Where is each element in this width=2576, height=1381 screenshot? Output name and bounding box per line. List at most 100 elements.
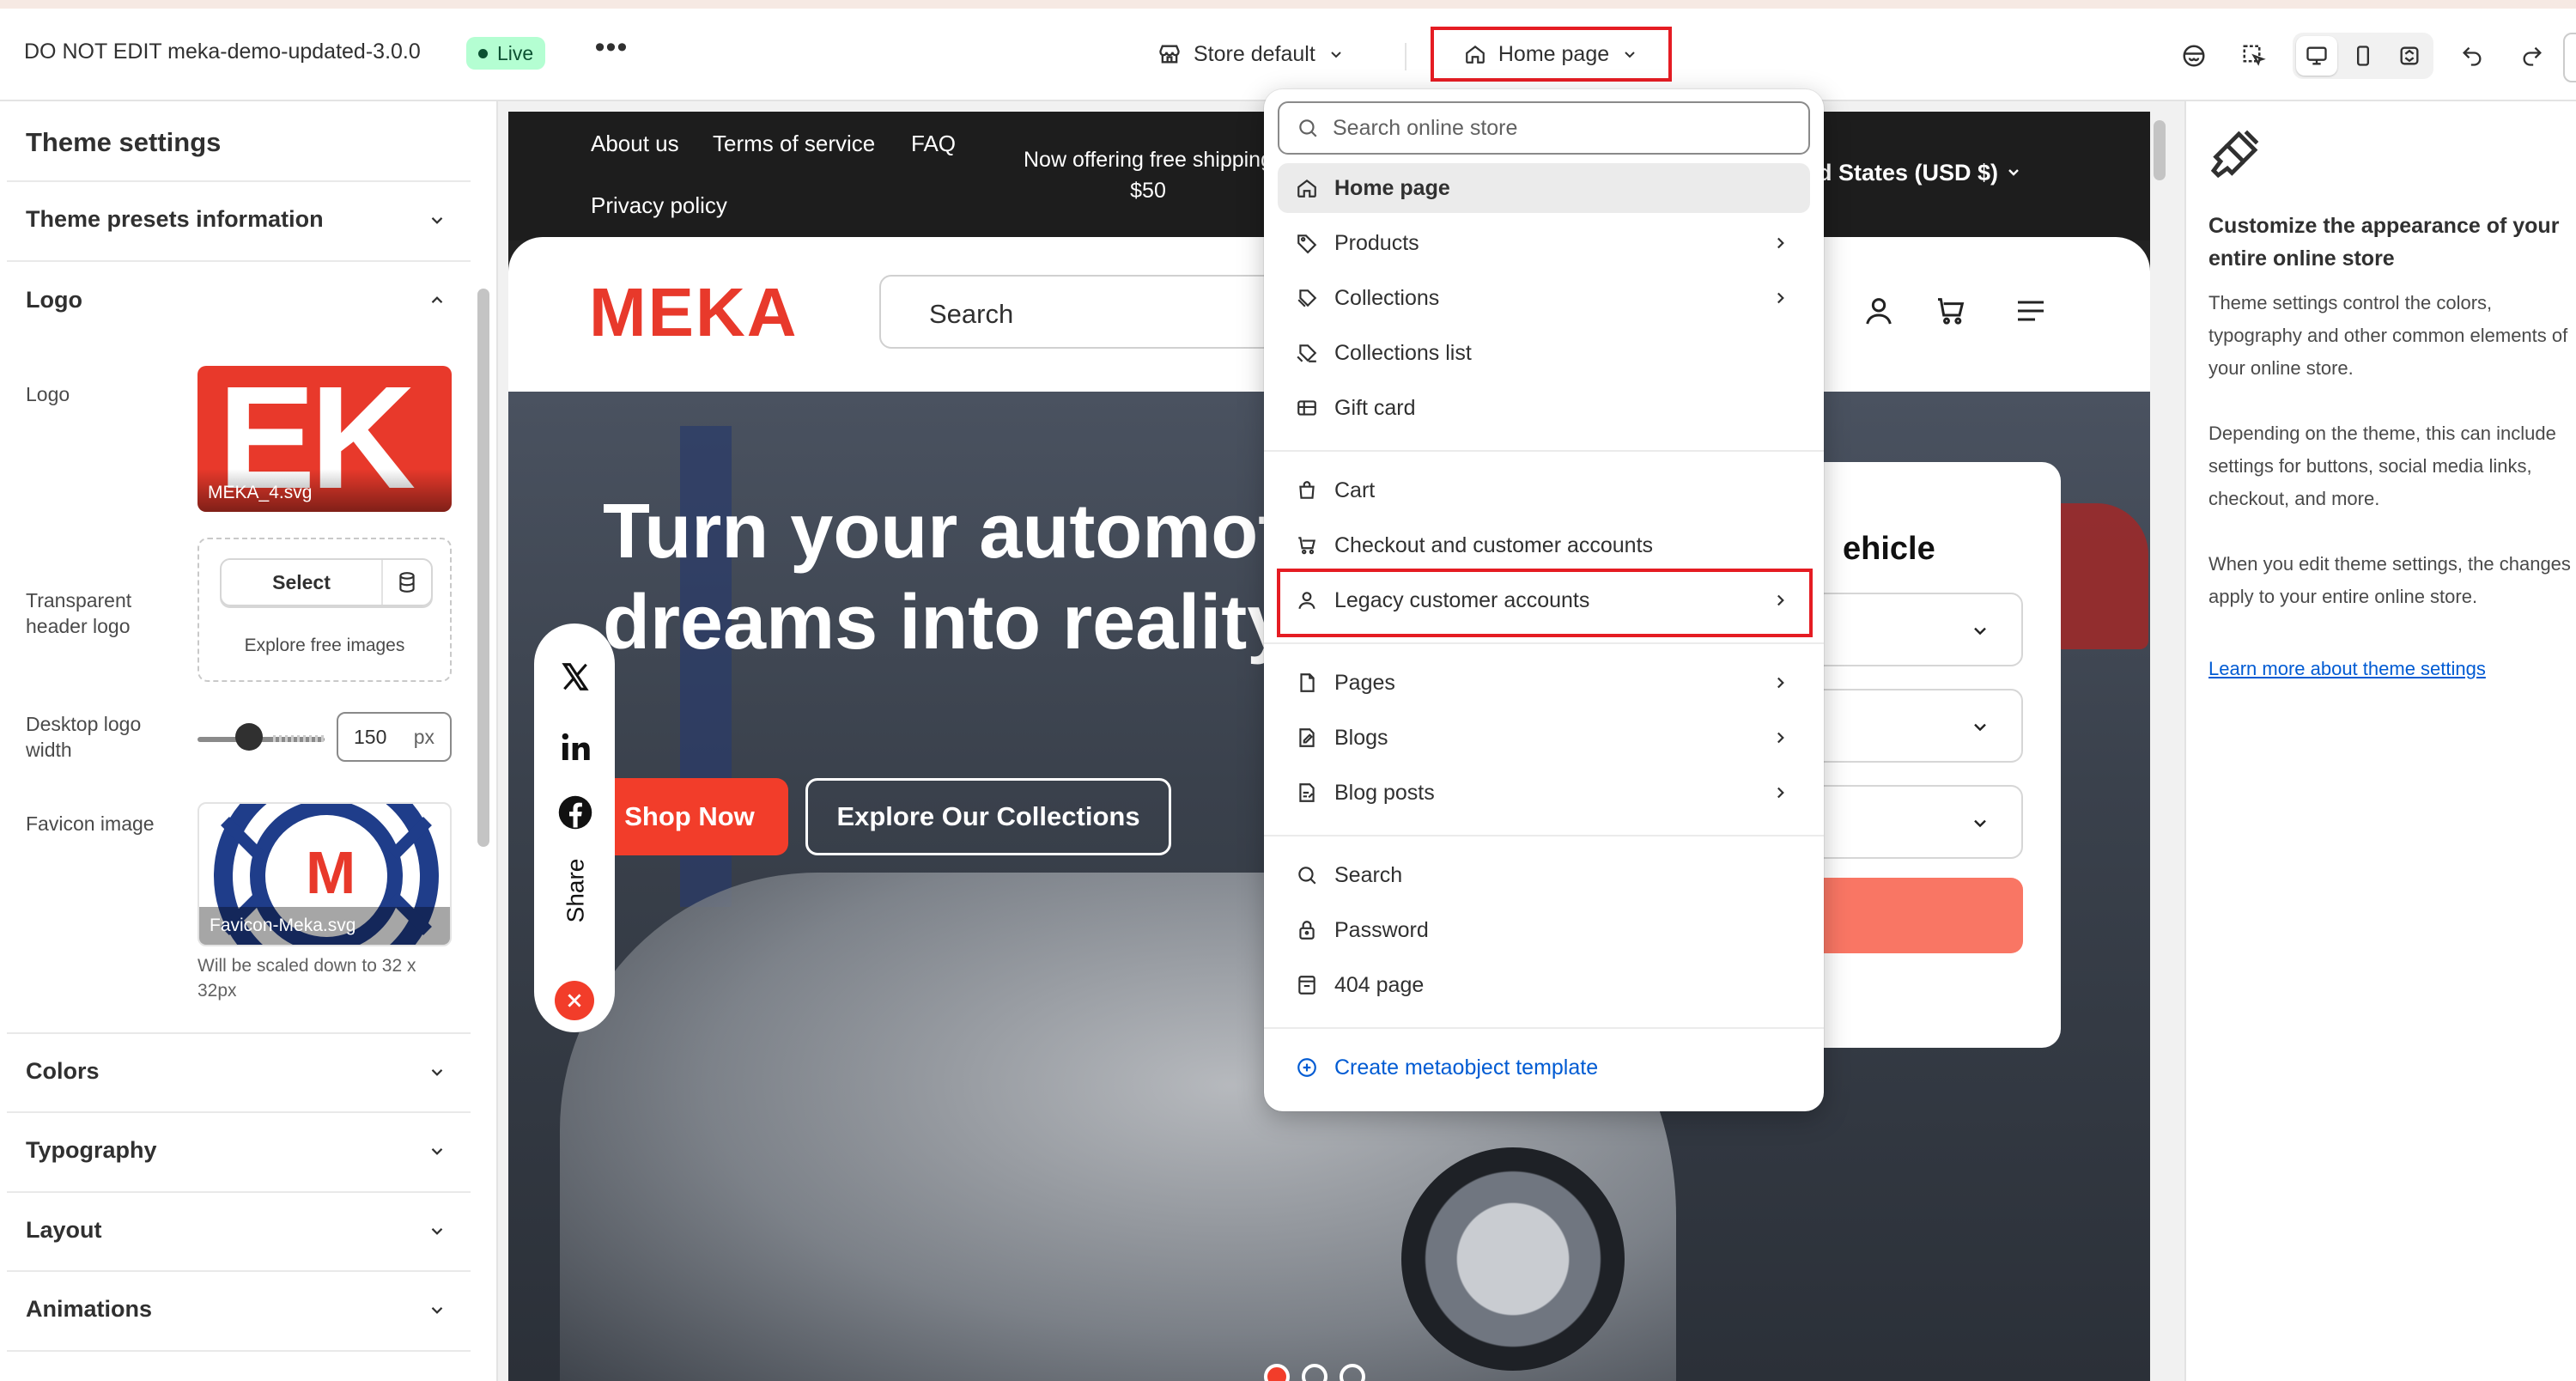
cursor-select-icon <box>2243 45 2266 66</box>
menu-item-products[interactable]: Products <box>1278 218 1810 268</box>
redo-icon <box>2523 46 2542 66</box>
menu-item-label: Cart <box>1334 478 1376 502</box>
menu-item-create-metaobject[interactable]: Create metaobject template <box>1278 1043 1810 1092</box>
logo-label: Logo <box>26 383 70 405</box>
menu-item-checkout[interactable]: Checkout and customer accounts <box>1278 520 1810 570</box>
home-icon <box>1466 45 1485 64</box>
learn-more-link[interactable]: Learn more about theme settings <box>2208 658 2486 680</box>
chevron-right-icon <box>1777 237 1784 249</box>
menu-item-home-page[interactable]: Home page <box>1278 163 1810 213</box>
tags-list-icon <box>1297 344 1317 362</box>
section-logo[interactable]: Logo <box>26 287 447 313</box>
menu-item-gift-card[interactable]: Gift card <box>1278 383 1810 433</box>
close-icon <box>568 994 581 1007</box>
topbar-divider <box>1405 43 1406 70</box>
share-x-button[interactable] <box>556 658 594 696</box>
store-icon <box>1159 45 1180 64</box>
inspector-icon <box>2183 45 2205 67</box>
select-element-button[interactable] <box>2233 34 2275 77</box>
explore-free-images-link[interactable]: Explore free images <box>199 636 450 656</box>
divider <box>7 1032 471 1034</box>
store-selector-label: Store default <box>1194 41 1315 66</box>
chevron-right-icon <box>1777 292 1784 304</box>
logo-width-value: 150 <box>354 725 387 748</box>
menu-item-collections-list[interactable]: Collections list <box>1278 328 1810 378</box>
redo-button[interactable] <box>2511 34 2554 77</box>
tag-icon <box>1297 234 1317 254</box>
store-logo[interactable]: MEKA <box>589 273 799 352</box>
nav-link-privacy[interactable]: Privacy policy <box>591 192 727 219</box>
blog-post-icon <box>1299 783 1315 802</box>
mobile-view-button[interactable] <box>2342 36 2384 76</box>
nav-link-faq[interactable]: FAQ <box>911 131 956 157</box>
chevron-down-icon <box>1974 819 1986 828</box>
section-layout[interactable]: Layout <box>26 1217 447 1244</box>
close-share-button[interactable] <box>555 981 594 1020</box>
mobile-icon <box>2357 46 2369 66</box>
preview-scrollbar[interactable] <box>2154 120 2166 180</box>
cart-icon[interactable] <box>1934 294 1968 328</box>
currency-selector[interactable]: d States (USD $) <box>1818 160 2022 186</box>
section-theme-presets[interactable]: Theme presets information <box>26 206 447 233</box>
slide-dot-2[interactable] <box>1302 1364 1327 1381</box>
slide-dot-1[interactable] <box>1264 1364 1290 1381</box>
template-selector-label: Home page <box>1498 41 1610 66</box>
fullwidth-view-button[interactable] <box>2389 36 2430 76</box>
menu-item-label: 404 page <box>1334 972 1425 997</box>
hamburger-menu-icon[interactable] <box>2013 294 2049 328</box>
desktop-view-button[interactable] <box>2296 36 2337 76</box>
menu-item-404-page[interactable]: 404 page <box>1278 960 1810 1010</box>
library-button[interactable] <box>383 560 431 605</box>
chevron-down-icon <box>2008 169 2019 176</box>
chevron-right-icon <box>1777 787 1784 799</box>
logo-width-slider-thumb[interactable] <box>234 723 263 751</box>
search-icon <box>1298 867 1316 885</box>
desktop-logo-width-label: Desktop logo width <box>26 713 142 761</box>
explore-collections-button[interactable]: Explore Our Collections <box>805 778 1171 855</box>
menu-item-blogs[interactable]: Blogs <box>1278 713 1810 763</box>
section-colors[interactable]: Colors <box>26 1058 447 1085</box>
logo-width-input[interactable]: 150 px <box>337 712 452 762</box>
menu-item-cart[interactable]: Cart <box>1278 465 1810 515</box>
menu-divider <box>1264 450 1824 452</box>
template-selector[interactable]: Home page <box>1431 27 1672 82</box>
menu-item-pages[interactable]: Pages <box>1278 658 1810 708</box>
store-search-input[interactable]: Search <box>879 275 1309 349</box>
account-icon[interactable] <box>1862 294 1896 328</box>
highlight-box-legacy-accounts <box>1277 569 1813 637</box>
section-animations[interactable]: Animations <box>26 1296 447 1323</box>
section-label: Theme presets information <box>26 206 324 232</box>
menu-item-search[interactable]: Search <box>1278 850 1810 900</box>
menu-item-label: Blog posts <box>1334 780 1435 805</box>
menu-item-blog-posts[interactable]: Blog posts <box>1278 768 1810 818</box>
panel-scrollbar[interactable] <box>477 289 489 847</box>
share-linkedin-button[interactable] <box>556 728 594 766</box>
logo-image-thumbnail[interactable]: EK MEKA_4.svg <box>197 366 452 512</box>
inspector-button[interactable] <box>2172 34 2215 77</box>
more-actions-button[interactable]: ••• <box>592 33 630 72</box>
share-label: Share <box>556 852 594 929</box>
undo-icon <box>2463 46 2482 66</box>
tags-icon <box>1297 289 1317 307</box>
undo-button[interactable] <box>2451 34 2494 77</box>
shop-now-button[interactable]: Shop Now <box>591 778 788 855</box>
save-button-edge[interactable] <box>2563 33 2576 82</box>
menu-item-label: Products <box>1334 230 1419 255</box>
store-selector[interactable]: Store default <box>1157 34 1345 74</box>
x-logo-icon <box>562 663 589 690</box>
favicon-thumbnail[interactable]: M Favicon-Meka.svg <box>197 802 452 946</box>
slide-dot-3[interactable] <box>1340 1364 1365 1381</box>
blog-icon <box>1299 728 1315 747</box>
menu-search-input[interactable]: Search online store <box>1278 101 1810 155</box>
nav-link-about[interactable]: About us <box>591 131 679 157</box>
announcement-text: Now offering free shipping $50 <box>1024 148 1273 203</box>
nav-link-terms[interactable]: Terms of service <box>713 131 875 157</box>
menu-item-collections[interactable]: Collections <box>1278 273 1810 323</box>
section-typography[interactable]: Typography <box>26 1137 447 1164</box>
share-facebook-button[interactable] <box>556 794 594 831</box>
info-paragraph-2: Depending on the theme, this can include… <box>2208 423 2556 509</box>
logo-width-unit: px <box>413 725 434 748</box>
chevron-down-icon <box>1974 723 1986 732</box>
menu-item-password[interactable]: Password <box>1278 905 1810 955</box>
select-image-button[interactable]: Select <box>222 560 383 605</box>
